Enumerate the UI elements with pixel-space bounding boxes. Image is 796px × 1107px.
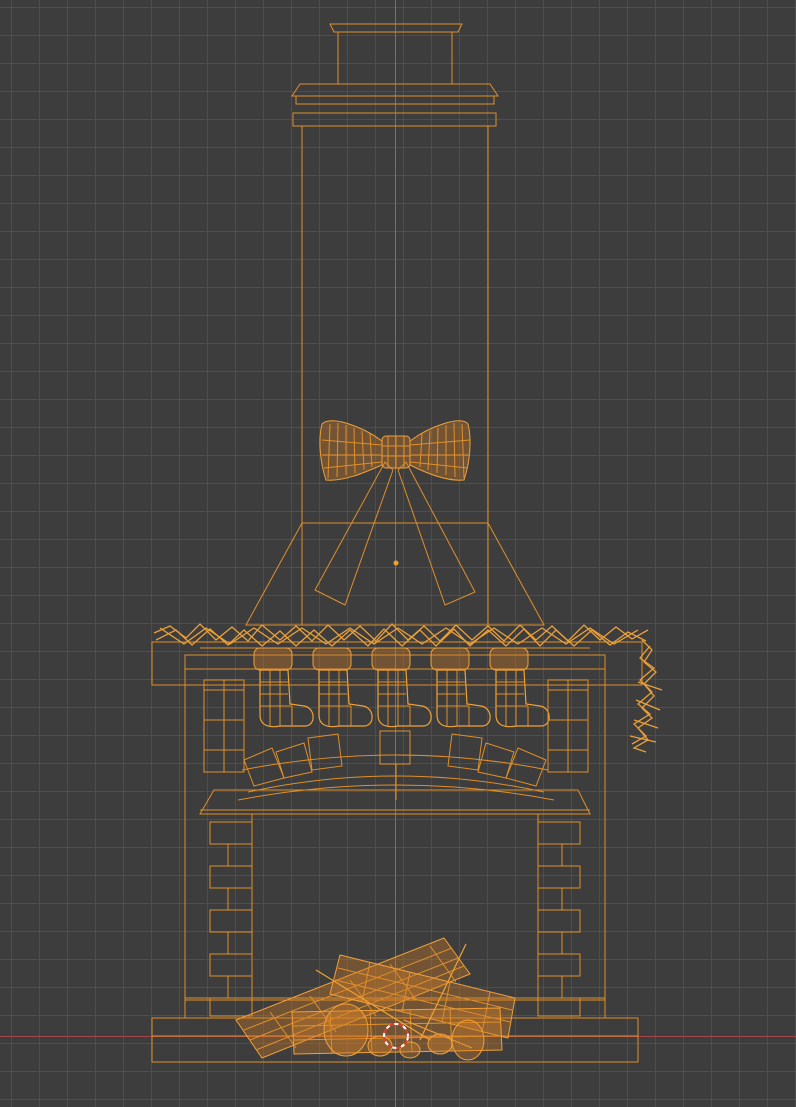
fireplace-body[interactable] — [184, 684, 606, 1001]
hood — [245, 522, 545, 626]
bow-ornament[interactable] — [314, 420, 476, 606]
object-origin[interactable] — [393, 560, 399, 566]
stocking-5[interactable] — [489, 647, 550, 728]
stockings[interactable] — [253, 647, 550, 728]
bricks-left — [209, 821, 253, 1017]
stocking-4[interactable] — [430, 647, 491, 728]
3d-viewport[interactable] — [0, 0, 796, 1107]
stocking-1[interactable] — [253, 647, 314, 728]
garland[interactable] — [153, 623, 663, 753]
fireplace-model[interactable] — [0, 0, 796, 1107]
stocking-3[interactable] — [371, 647, 432, 728]
bricks-right — [537, 821, 581, 1017]
firewood-logs[interactable] — [235, 937, 516, 1061]
stocking-2[interactable] — [312, 647, 373, 728]
